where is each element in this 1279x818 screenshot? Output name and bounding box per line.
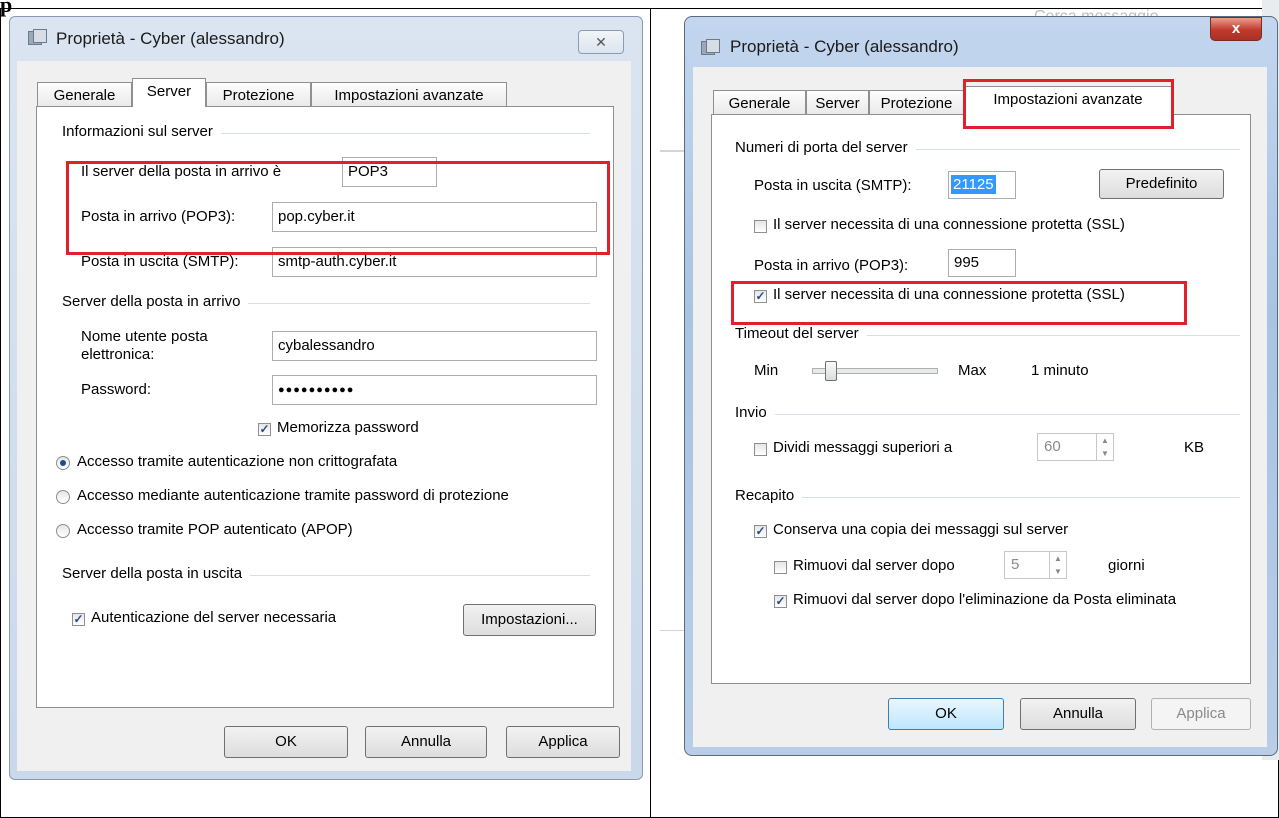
smtp-server-label: Posta in uscita (SMTP):	[81, 253, 239, 270]
username-label-line2: elettronica:	[81, 346, 155, 363]
timeout-min-label: Min	[754, 362, 779, 379]
impostazioni-button[interactable]: Impostazioni...	[463, 604, 596, 636]
spinner-arrows-icon[interactable]: ▲ ▼	[1096, 434, 1113, 460]
background-app-divider	[660, 150, 684, 152]
left-window-title: Proprietà - Cyber (alessandro)	[56, 29, 285, 48]
close-button[interactable]: x	[1210, 17, 1262, 41]
username-field[interactable]: cybalessandro	[272, 331, 597, 361]
tab-impostazioni-avanzate[interactable]: Impostazioni avanzate	[311, 82, 507, 107]
remove-days-unit: giorni	[1108, 557, 1145, 574]
tab-generale[interactable]: Generale	[37, 82, 132, 107]
highlight-advanced-tab	[963, 79, 1174, 129]
default-port-button[interactable]: Predefinito	[1099, 169, 1224, 199]
ssl-smtp-label: Il server necessita di una connessione p…	[773, 216, 1125, 233]
remove-deleted-label: Rimuovi dal server dopo l'eliminazione d…	[793, 591, 1177, 608]
timeout-slider-thumb[interactable]	[825, 361, 837, 381]
apply-button[interactable]: Applica	[506, 726, 620, 758]
group-incoming-server: Server della posta in arrivo	[62, 293, 249, 310]
smtp-port-field[interactable]: 21125	[948, 171, 1016, 199]
group-server-timeout: Timeout del server	[735, 325, 867, 342]
background-app-divider	[660, 630, 684, 631]
close-icon: ✕	[595, 34, 607, 50]
auth-required-checkbox[interactable]: ✓	[72, 613, 85, 626]
auth-required-label: Autenticazione del server necessaria	[91, 609, 337, 626]
group-outgoing-server: Server della posta in uscita	[62, 565, 251, 582]
ssl-smtp-checkbox[interactable]	[754, 220, 767, 233]
remember-password-checkbox[interactable]: ✓	[258, 423, 271, 436]
radio-plain-auth-label: Accesso tramite autenticazione non critt…	[77, 453, 398, 470]
group-line	[735, 414, 1240, 415]
radio-apop-auth[interactable]	[56, 524, 70, 538]
ok-button[interactable]: OK	[224, 726, 348, 758]
pop3-port-field[interactable]: 995	[948, 249, 1016, 277]
split-size-spinner[interactable]: 60 ▲ ▼	[1037, 433, 1114, 461]
right-client-area: Generale Server Protezione Impostazioni …	[693, 67, 1267, 747]
remember-password-label: Memorizza password	[277, 419, 419, 436]
password-label: Password:	[81, 381, 152, 398]
tab-generale[interactable]: Generale	[713, 90, 806, 115]
right-window-title: Proprietà - Cyber (alessandro)	[730, 37, 959, 56]
pop3-port-label: Posta in arrivo (POP3):	[754, 257, 909, 274]
cancel-button[interactable]: Annulla	[365, 726, 487, 758]
highlight-ssl-pop3	[731, 281, 1187, 325]
table-column-divider	[650, 8, 651, 818]
group-delivery: Recapito	[735, 487, 803, 504]
group-send: Invio	[735, 404, 775, 421]
smtp-port-label: Posta in uscita (SMTP):	[754, 177, 912, 194]
group-server-ports: Numeri di porta del server	[735, 139, 916, 156]
radio-spa-auth[interactable]	[56, 490, 70, 504]
remove-deleted-checkbox[interactable]: ✓	[774, 595, 787, 608]
tab-server[interactable]: Server	[132, 78, 206, 107]
close-button[interactable]: ✕	[578, 30, 624, 54]
tab-server[interactable]: Server	[806, 90, 869, 115]
password-field[interactable]: ●●●●●●●●●●	[272, 375, 597, 405]
right-titlebar[interactable]: Proprietà - Cyber (alessandro) x	[685, 17, 1277, 57]
tab-protezione[interactable]: Protezione	[869, 90, 964, 115]
radio-spa-auth-label: Accesso mediante autenticazione tramite …	[77, 487, 509, 504]
highlight-incoming-server	[66, 161, 610, 255]
spinner-arrows-icon[interactable]: ▲ ▼	[1049, 552, 1066, 578]
radio-plain-auth[interactable]	[56, 456, 70, 470]
keep-copy-label: Conserva una copia dei messaggi sul serv…	[773, 521, 1069, 538]
timeout-max-label: Max	[958, 362, 987, 379]
split-size-value: 60	[1044, 438, 1061, 455]
group-server-info: Informazioni sul server	[62, 123, 221, 140]
smtp-port-value: 21125	[951, 175, 996, 194]
keep-copy-checkbox[interactable]: ✓	[754, 525, 767, 538]
left-titlebar[interactable]: Proprietà - Cyber (alessandro) ✕	[10, 17, 642, 57]
remove-after-label: Rimuovi dal server dopo	[793, 557, 955, 574]
group-line	[735, 497, 1240, 498]
tab-protezione[interactable]: Protezione	[206, 82, 311, 107]
remove-after-checkbox[interactable]	[774, 561, 787, 574]
username-label-line1: Nome utente posta	[81, 328, 208, 345]
split-messages-label: Dividi messaggi superiori a	[773, 439, 953, 456]
window-app-icon	[28, 29, 47, 45]
right-tab-panel: Numeri di porta del server Posta in usci…	[711, 114, 1251, 684]
split-messages-checkbox[interactable]	[754, 443, 767, 456]
cancel-button[interactable]: Annulla	[1020, 698, 1136, 730]
left-dialog-window: Proprietà - Cyber (alessandro) ✕ General…	[9, 16, 643, 780]
remove-days-spinner[interactable]: 5 ▲ ▼	[1004, 551, 1067, 579]
ok-button[interactable]: OK	[888, 698, 1004, 730]
split-size-unit: KB	[1184, 439, 1205, 456]
window-app-icon	[701, 39, 720, 55]
apply-button[interactable]: Applica	[1151, 698, 1251, 730]
remove-days-value: 5	[1011, 556, 1020, 573]
timeout-value: 1 minuto	[1031, 362, 1089, 379]
radio-apop-auth-label: Accesso tramite POP autenticato (APOP)	[77, 521, 353, 538]
